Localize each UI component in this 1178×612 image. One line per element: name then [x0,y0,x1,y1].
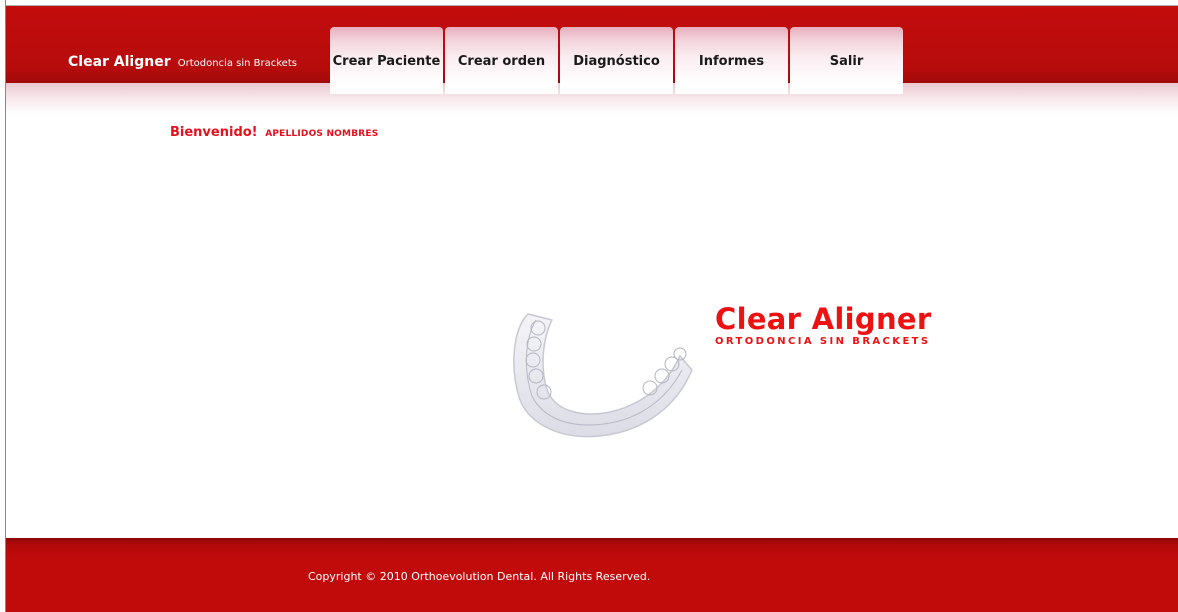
copyright-text: Copyright © 2010 Orthoevolution Dental. … [308,570,651,583]
clear-aligner-logo: Clear Aligner ORTODONCIA SIN BRACKETS [715,302,931,348]
nav-tab-crear-paciente[interactable]: Crear Paciente [330,27,443,94]
brand-tagline: Ortodoncia sin Brackets [177,58,297,69]
aligner-image [513,313,693,438]
welcome-message: Bienvenido! APELLIDOS NOMBRES [170,121,378,140]
brand: Clear Aligner Ortodoncia sin Brackets [68,53,297,72]
welcome-user-name: APELLIDOS NOMBRES [265,129,379,139]
nav-tab-informes[interactable]: Informes [675,27,788,94]
nav-tab-diagnostico[interactable]: Diagnóstico [560,27,673,94]
logo-subtitle: ORTODONCIA SIN BRACKETS [715,336,931,347]
nav-tab-crear-orden[interactable]: Crear orden [445,27,558,94]
brand-name: Clear Aligner [68,54,171,70]
logo-title: Clear Aligner [715,302,932,336]
welcome-greeting: Bienvenido! [170,125,258,140]
page: Clear Aligner Ortodoncia sin Brackets Cr… [0,0,1178,612]
main-nav: Crear Paciente Crear orden Diagnóstico I… [330,27,903,94]
nav-tab-salir[interactable]: Salir [790,27,903,94]
